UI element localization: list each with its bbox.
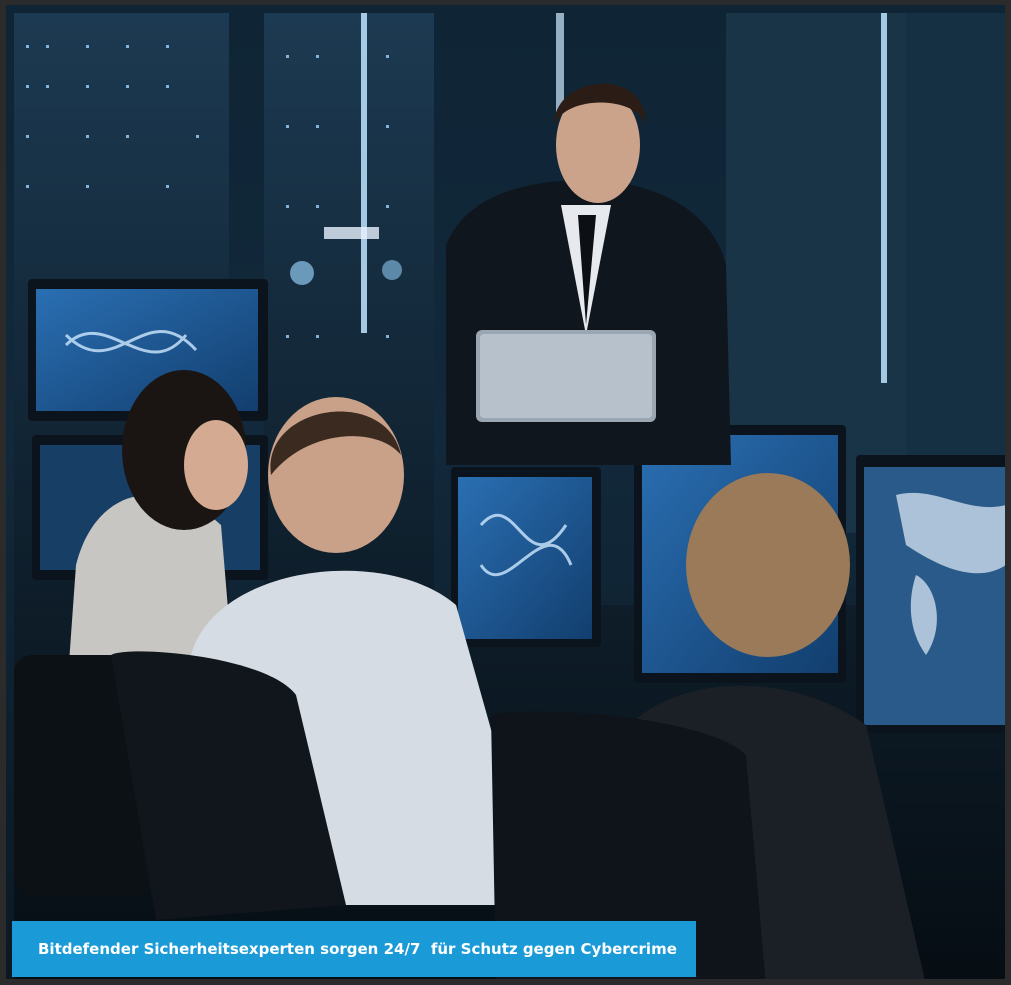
standing-man <box>446 83 731 465</box>
light-strip-2 <box>881 13 887 383</box>
image-frame: Bitdefender Sicherheitsexperten sorgen 2… <box>0 0 1011 985</box>
rack-label <box>324 227 379 239</box>
light-strip-1 <box>361 13 367 333</box>
rack-indicator-2 <box>382 260 402 280</box>
photo-illustration <box>14 13 1005 979</box>
light-strip-3 <box>556 13 564 113</box>
rack-indicator <box>290 261 314 285</box>
photo-soc-team <box>6 5 1005 979</box>
photo-caption: Bitdefender Sicherheitsexperten sorgen 2… <box>12 921 696 977</box>
